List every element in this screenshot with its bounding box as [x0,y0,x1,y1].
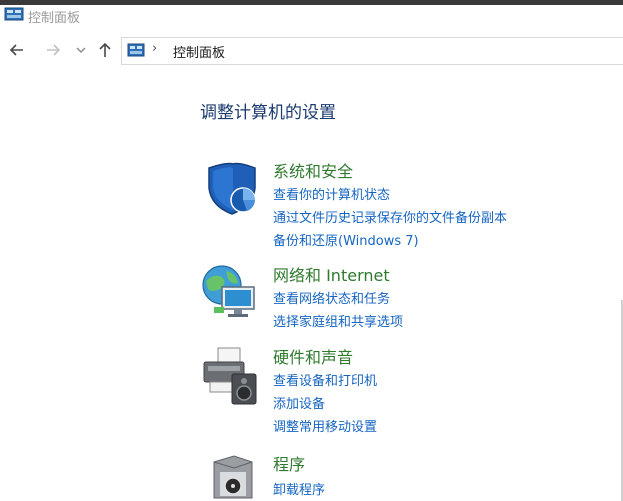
category-title[interactable]: 程序 [273,451,305,475]
title-bar: 控制面板 [0,5,623,27]
recent-locations-chevron-icon[interactable] [75,41,87,59]
category-network-internet: 网络和 Internet 查看网络状态和任务 选择家庭组和共享选项 [200,262,620,334]
link-network-status[interactable]: 查看网络状态和任务 [273,288,390,307]
network-globe-icon [202,265,255,317]
link-add-device[interactable]: 添加设备 [273,393,325,412]
category-title[interactable]: 系统和安全 [273,158,353,182]
category-hardware-sound: 硬件和声音 查看设备和打印机 添加设备 调整常用移动设置 [200,344,620,436]
link-file-history-backup[interactable]: 通过文件历史记录保存你的文件备份副本 [273,207,507,226]
window-title: 控制面板 [28,11,81,26]
printer-speaker-icon [203,347,257,405]
breadcrumb-chevron-icon[interactable]: › [152,41,157,56]
link-mobility-settings[interactable]: 调整常用移动设置 [273,416,377,435]
forward-arrow-icon[interactable] [44,41,62,59]
back-arrow-icon[interactable] [8,41,26,59]
category-title[interactable]: 网络和 Internet [273,262,390,286]
control-panel-icon [4,7,24,21]
link-view-computer-status[interactable]: 查看你的计算机状态 [273,184,390,203]
category-title[interactable]: 硬件和声音 [273,344,353,368]
link-uninstall-program[interactable]: 卸载程序 [273,479,325,498]
address-bar[interactable]: › 控制面板 [121,37,623,65]
category-programs: 程序 卸载程序 [200,451,620,501]
link-homegroup-sharing[interactable]: 选择家庭组和共享选项 [273,311,403,330]
link-devices-printers[interactable]: 查看设备和打印机 [273,370,377,389]
shield-icon [208,162,256,215]
breadcrumb-control-panel[interactable]: 控制面板 [173,42,225,61]
page-heading: 调整计算机的设置 [200,103,336,123]
category-system-security: 系统和安全 查看你的计算机状态 通过文件历史记录保存你的文件备份副本 备份和还原… [200,158,620,250]
control-panel-small-icon [127,43,145,57]
up-arrow-icon[interactable] [96,41,114,59]
link-backup-restore[interactable]: 备份和还原(Windows 7) [273,230,419,249]
navigation-bar: › 控制面板 [0,34,623,68]
programs-box-icon [213,455,253,499]
